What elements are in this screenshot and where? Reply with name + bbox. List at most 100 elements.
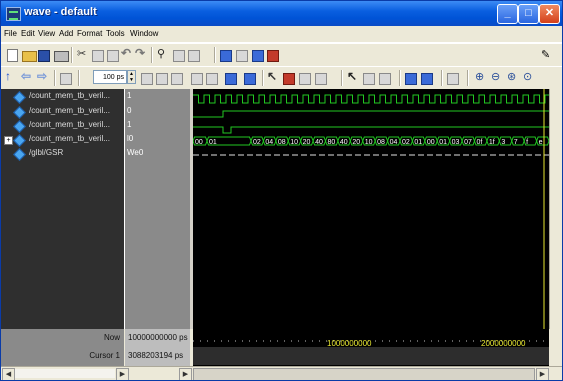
cursor-lock-icon[interactable] <box>447 73 459 85</box>
now-label: Now <box>103 333 120 342</box>
toolbar-separator <box>151 47 153 63</box>
copy-icon[interactable] <box>92 50 104 62</box>
now-cursor-values: 10000000000 ps 3088203194 ps <box>125 329 190 366</box>
toolbar-separator <box>71 47 73 63</box>
step-into-icon[interactable] <box>244 73 256 85</box>
insert-cursor-icon[interactable] <box>299 73 311 85</box>
new-file-icon[interactable] <box>7 49 18 62</box>
undo-icon[interactable]: ↶ <box>121 46 134 60</box>
signal-value: We0 <box>127 148 144 157</box>
redo-icon[interactable]: ↷ <box>135 46 148 60</box>
close-button[interactable]: ✕ <box>539 4 560 24</box>
bus-value-label: 3 <box>501 139 505 146</box>
bus-value-label: f <box>526 139 528 146</box>
break-icon[interactable] <box>267 50 279 62</box>
cursor-label[interactable]: Cursor 1 <box>89 351 120 360</box>
menu-format[interactable]: Format <box>77 29 102 38</box>
scroll-right-icon[interactable]: ▶ <box>536 368 549 380</box>
menu-bar: File Edit View Add Format Tools Window <box>1 27 562 43</box>
zoom-mode-icon[interactable] <box>363 73 375 85</box>
bus-value-label: 01 <box>439 139 447 146</box>
properties-icon[interactable] <box>188 50 200 62</box>
names-scroll-track[interactable] <box>15 369 115 378</box>
maximize-button[interactable]: □ <box>518 4 539 24</box>
open-folder-icon[interactable] <box>22 51 37 62</box>
zoom-cursor-icon[interactable]: ⊙ <box>523 70 536 83</box>
run-icon[interactable] <box>141 73 153 85</box>
back-arrow-icon[interactable]: ⇦ <box>21 69 34 83</box>
find-previous-edge-icon[interactable] <box>405 73 417 85</box>
pointer-icon[interactable]: ↖ <box>347 69 360 83</box>
zoom-out-icon[interactable]: ⊖ <box>491 70 504 83</box>
signal-names-pane[interactable]: /count_mem_tb_veril... /count_mem_tb_ver… <box>1 89 124 329</box>
signal-row[interactable]: /count_mem_tb_veril... <box>1 120 124 133</box>
bus-value-label: 03 <box>452 139 460 146</box>
cursor-value: 3088203194 ps <box>128 351 184 360</box>
clock-trace <box>193 94 549 104</box>
grid-icon[interactable] <box>236 50 248 62</box>
forward-arrow-icon[interactable]: ⇨ <box>37 69 50 83</box>
expand-plus-icon[interactable]: + <box>4 136 13 145</box>
scroll-right-icon[interactable]: ▶ <box>116 368 129 380</box>
menu-edit[interactable]: Edit <box>21 29 35 38</box>
waveform-canvas[interactable]: 00 01 02 04 08 10 20 40 80 40 20 10 08 04 02 01 00 01 03 07… <box>193 89 549 329</box>
run-time-spinner[interactable]: ▲ ▼ <box>127 70 136 84</box>
step-icon[interactable] <box>60 73 72 85</box>
library-icon[interactable] <box>252 50 264 62</box>
scroll-left-icon[interactable]: ◀ <box>2 368 15 380</box>
wave-scroll-thumb[interactable] <box>193 368 535 380</box>
waveform-pane[interactable]: 00 01 02 04 08 10 20 40 80 40 20 10 08 04 02 01 00 01 03 07… <box>193 89 549 329</box>
bus-value-label: 02 <box>253 139 261 146</box>
restart-icon[interactable] <box>206 73 218 85</box>
edit-mode-icon[interactable] <box>379 73 391 85</box>
select-pointer-icon[interactable]: ↖ <box>267 69 280 83</box>
format-icon[interactable] <box>173 50 185 62</box>
main-toolbar: ✂ ↶ ↷ ⚲ ✎ <box>1 43 562 67</box>
print-icon[interactable] <box>54 51 69 62</box>
horizontal-scrollbar[interactable]: ◀ ▶ ▶ ▶ <box>1 366 562 380</box>
break-run-icon[interactable] <box>191 73 203 85</box>
signal-row[interactable]: /count_mem_tb_veril... <box>1 91 124 104</box>
edit-pencil-icon[interactable]: ✎ <box>541 48 550 61</box>
find-icon[interactable]: ⚲ <box>157 47 170 60</box>
cut-icon[interactable]: ✂ <box>77 47 90 60</box>
zoom-in-icon[interactable]: ⊕ <box>475 70 488 83</box>
toolbar-separator <box>441 70 443 86</box>
signal-name: /count_mem_tb_veril... <box>29 91 110 100</box>
menu-file[interactable]: File <box>4 29 17 38</box>
signal-row[interactable]: /count_mem_tb_veril... <box>1 106 124 119</box>
delete-icon[interactable] <box>283 73 295 85</box>
menu-tools[interactable]: Tools <box>106 29 125 38</box>
run-time-field[interactable]: 100 ps <box>93 70 127 84</box>
zoom-full-icon[interactable]: ⊛ <box>507 70 520 83</box>
title-bar[interactable]: wave - default _ □ ✕ <box>1 1 562 26</box>
signal-row[interactable]: /glbl/GSR <box>1 148 124 161</box>
vertical-scrollbar[interactable] <box>549 89 562 329</box>
cursor-strip[interactable] <box>193 347 549 365</box>
step-over-icon[interactable] <box>225 73 237 85</box>
menu-view[interactable]: View <box>38 29 55 38</box>
find-next-edge-icon[interactable] <box>421 73 433 85</box>
signal-values-pane[interactable]: 1 0 1 l0 We0 <box>125 89 190 329</box>
continue-icon[interactable] <box>156 73 168 85</box>
bus-value-label: 04 <box>265 139 273 146</box>
paste-icon[interactable] <box>107 50 119 62</box>
waveform-clock <box>193 94 549 104</box>
signal-diamond-icon <box>13 148 26 161</box>
save-icon[interactable] <box>38 50 50 62</box>
menu-window[interactable]: Window <box>130 29 158 38</box>
toolbar-separator <box>467 70 469 86</box>
bus-value-label: 04 <box>390 139 398 146</box>
bus-value-label: 7 <box>514 139 518 146</box>
window-title: wave - default <box>24 6 97 18</box>
toolbar-separator <box>399 70 401 86</box>
scroll-right-icon[interactable]: ▶ <box>179 368 192 380</box>
minimize-button[interactable]: _ <box>497 4 518 24</box>
menu-add[interactable]: Add <box>59 29 73 38</box>
compile-icon[interactable] <box>220 50 232 62</box>
signal-row[interactable]: + /count_mem_tb_veril... <box>1 134 124 147</box>
run-all-icon[interactable] <box>171 73 183 85</box>
delete-cursor-icon[interactable] <box>315 73 327 85</box>
up-arrow-icon[interactable]: ↑ <box>5 69 18 83</box>
bus-value-label: 02 <box>402 139 410 146</box>
